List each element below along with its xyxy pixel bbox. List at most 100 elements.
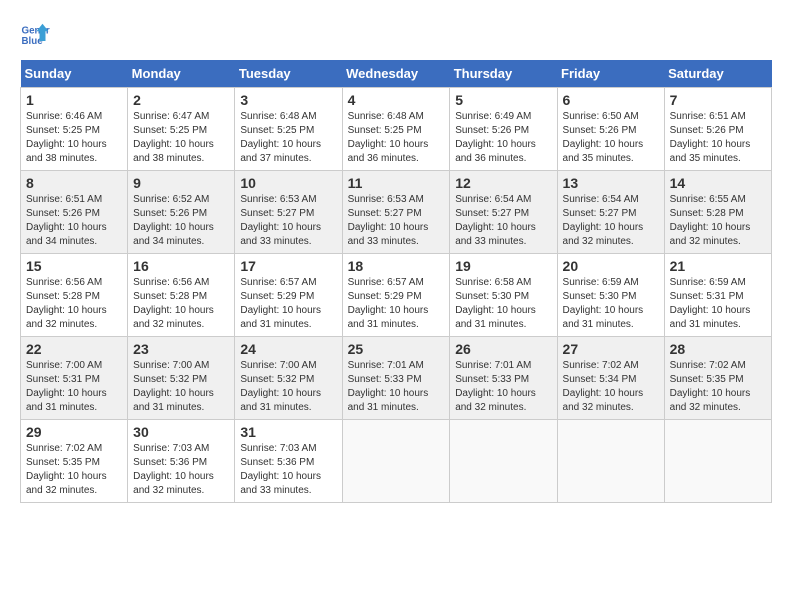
day-info: Sunrise: 6:57 AM Sunset: 5:29 PM Dayligh… — [348, 276, 445, 332]
calendar-cell: 25 Sunrise: 7:01 AM Sunset: 5:33 PM Dayli… — [342, 337, 450, 420]
calendar-week-row: 22 Sunrise: 7:00 AM Sunset: 5:31 PM Dayli… — [21, 337, 772, 420]
calendar-cell: 12Sunrise: 6:54 AM Sunset: 5:27 PM Dayli… — [450, 171, 557, 254]
calendar-header-cell: Friday — [557, 60, 664, 88]
day-info: Sunrise: 7:00 AM Sunset: 5:31 PM Dayligh… — [26, 359, 122, 415]
day-number: 1 — [26, 92, 122, 108]
day-number: 4 — [348, 92, 445, 108]
day-number: 30 — [133, 424, 229, 440]
day-info: Sunrise: 7:02 AM Sunset: 5:35 PM Dayligh… — [26, 442, 122, 498]
day-number: 31 — [240, 424, 336, 440]
day-number: 21 — [670, 258, 766, 274]
calendar-cell: 30 Sunrise: 7:03 AM Sunset: 5:36 PM Dayli… — [128, 420, 235, 503]
calendar-header-cell: Thursday — [450, 60, 557, 88]
day-info: Sunrise: 6:56 AM Sunset: 5:28 PM Dayligh… — [26, 276, 122, 332]
calendar-cell: 17 Sunrise: 6:57 AM Sunset: 5:29 PM Dayli… — [235, 254, 342, 337]
day-number: 25 — [348, 341, 445, 357]
day-info: Sunrise: 6:46 AM Sunset: 5:25 PM Dayligh… — [26, 110, 122, 166]
day-info: Sunrise: 7:03 AM Sunset: 5:36 PM Dayligh… — [240, 442, 336, 498]
day-info: Sunrise: 6:54 AM Sunset: 5:27 PM Dayligh… — [455, 193, 551, 249]
day-number: 17 — [240, 258, 336, 274]
day-number: 20 — [563, 258, 659, 274]
day-info: Sunrise: 6:57 AM Sunset: 5:29 PM Dayligh… — [240, 276, 336, 332]
calendar-body: 1 Sunrise: 6:46 AM Sunset: 5:25 PM Daylig… — [21, 88, 772, 503]
day-info: Sunrise: 6:48 AM Sunset: 5:25 PM Dayligh… — [240, 110, 336, 166]
header: General Blue — [20, 20, 772, 50]
calendar-cell: 4 Sunrise: 6:48 AM Sunset: 5:25 PM Daylig… — [342, 88, 450, 171]
calendar-cell: 7 Sunrise: 6:51 AM Sunset: 5:26 PM Daylig… — [664, 88, 771, 171]
calendar-cell — [342, 420, 450, 503]
calendar-cell: 11 Sunrise: 6:53 AM Sunset: 5:27 PM Dayli… — [342, 171, 450, 254]
calendar-cell: 27 Sunrise: 7:02 AM Sunset: 5:34 PM Dayli… — [557, 337, 664, 420]
day-info: Sunrise: 6:47 AM Sunset: 5:25 PM Dayligh… — [133, 110, 229, 166]
calendar-cell: 23 Sunrise: 7:00 AM Sunset: 5:32 PM Dayli… — [128, 337, 235, 420]
day-info: Sunrise: 6:53 AM Sunset: 5:27 PM Dayligh… — [240, 193, 336, 249]
calendar-week-row: 8 Sunrise: 6:51 AM Sunset: 5:26 PM Daylig… — [21, 171, 772, 254]
day-info: Sunrise: 6:50 AM Sunset: 5:26 PM Dayligh… — [563, 110, 659, 166]
calendar-cell: 20 Sunrise: 6:59 AM Sunset: 5:30 PM Dayli… — [557, 254, 664, 337]
calendar-cell: 10Sunrise: 6:53 AM Sunset: 5:27 PM Dayli… — [235, 171, 342, 254]
day-info: Sunrise: 6:49 AM Sunset: 5:26 PM Dayligh… — [455, 110, 551, 166]
day-number: 18 — [348, 258, 445, 274]
calendar-week-row: 15 Sunrise: 6:56 AM Sunset: 5:28 PM Dayli… — [21, 254, 772, 337]
day-info: Sunrise: 6:48 AM Sunset: 5:25 PM Dayligh… — [348, 110, 445, 166]
calendar-week-row: 1 Sunrise: 6:46 AM Sunset: 5:25 PM Daylig… — [21, 88, 772, 171]
day-number: 7 — [670, 92, 766, 108]
day-info: Sunrise: 7:03 AM Sunset: 5:36 PM Dayligh… — [133, 442, 229, 498]
day-info: Sunrise: 7:00 AM Sunset: 5:32 PM Dayligh… — [240, 359, 336, 415]
calendar-header-row: SundayMondayTuesdayWednesdayThursdayFrid… — [21, 60, 772, 88]
day-number: 3 — [240, 92, 336, 108]
calendar-cell: 2 Sunrise: 6:47 AM Sunset: 5:25 PM Daylig… — [128, 88, 235, 171]
day-number: 2 — [133, 92, 229, 108]
calendar-cell: 15 Sunrise: 6:56 AM Sunset: 5:28 PM Dayli… — [21, 254, 128, 337]
calendar-cell: 19Sunrise: 6:58 AM Sunset: 5:30 PM Dayli… — [450, 254, 557, 337]
day-info: Sunrise: 7:00 AM Sunset: 5:32 PM Dayligh… — [133, 359, 229, 415]
day-number: 14 — [670, 175, 766, 191]
day-info: Sunrise: 6:54 AM Sunset: 5:27 PM Dayligh… — [563, 193, 659, 249]
calendar-cell: 31 Sunrise: 7:03 AM Sunset: 5:36 PM Dayli… — [235, 420, 342, 503]
day-number: 16 — [133, 258, 229, 274]
calendar-cell: 21 Sunrise: 6:59 AM Sunset: 5:31 PM Dayli… — [664, 254, 771, 337]
day-number: 22 — [26, 341, 122, 357]
calendar-header-cell: Saturday — [664, 60, 771, 88]
day-number: 23 — [133, 341, 229, 357]
day-info: Sunrise: 7:01 AM Sunset: 5:33 PM Dayligh… — [348, 359, 445, 415]
calendar-cell: 8 Sunrise: 6:51 AM Sunset: 5:26 PM Daylig… — [21, 171, 128, 254]
logo: General Blue — [20, 20, 54, 50]
calendar-cell: 26Sunrise: 7:01 AM Sunset: 5:33 PM Dayli… — [450, 337, 557, 420]
day-number: 8 — [26, 175, 122, 191]
logo-icon: General Blue — [20, 20, 50, 50]
calendar-cell: 24Sunrise: 7:00 AM Sunset: 5:32 PM Dayli… — [235, 337, 342, 420]
calendar-cell: 3 Sunrise: 6:48 AM Sunset: 5:25 PM Daylig… — [235, 88, 342, 171]
day-number: 13 — [563, 175, 659, 191]
calendar-cell: 18 Sunrise: 6:57 AM Sunset: 5:29 PM Dayli… — [342, 254, 450, 337]
day-info: Sunrise: 7:02 AM Sunset: 5:35 PM Dayligh… — [670, 359, 766, 415]
day-number: 5 — [455, 92, 551, 108]
calendar-header-cell: Wednesday — [342, 60, 450, 88]
calendar-cell: 28 Sunrise: 7:02 AM Sunset: 5:35 PM Dayli… — [664, 337, 771, 420]
calendar-cell — [557, 420, 664, 503]
calendar-cell: 6Sunrise: 6:50 AM Sunset: 5:26 PM Daylig… — [557, 88, 664, 171]
calendar-week-row: 29 Sunrise: 7:02 AM Sunset: 5:35 PM Dayli… — [21, 420, 772, 503]
day-number: 27 — [563, 341, 659, 357]
day-number: 9 — [133, 175, 229, 191]
day-info: Sunrise: 7:02 AM Sunset: 5:34 PM Dayligh… — [563, 359, 659, 415]
calendar-cell: 29 Sunrise: 7:02 AM Sunset: 5:35 PM Dayli… — [21, 420, 128, 503]
day-info: Sunrise: 6:59 AM Sunset: 5:31 PM Dayligh… — [670, 276, 766, 332]
day-number: 28 — [670, 341, 766, 357]
day-number: 26 — [455, 341, 551, 357]
day-number: 15 — [26, 258, 122, 274]
day-info: Sunrise: 6:59 AM Sunset: 5:30 PM Dayligh… — [563, 276, 659, 332]
calendar-cell: 1 Sunrise: 6:46 AM Sunset: 5:25 PM Daylig… — [21, 88, 128, 171]
calendar-cell: 22 Sunrise: 7:00 AM Sunset: 5:31 PM Dayli… — [21, 337, 128, 420]
day-info: Sunrise: 6:55 AM Sunset: 5:28 PM Dayligh… — [670, 193, 766, 249]
day-info: Sunrise: 6:53 AM Sunset: 5:27 PM Dayligh… — [348, 193, 445, 249]
calendar-cell: 5 Sunrise: 6:49 AM Sunset: 5:26 PM Daylig… — [450, 88, 557, 171]
day-info: Sunrise: 6:51 AM Sunset: 5:26 PM Dayligh… — [670, 110, 766, 166]
day-number: 11 — [348, 175, 445, 191]
calendar-header-cell: Sunday — [21, 60, 128, 88]
day-number: 29 — [26, 424, 122, 440]
calendar-table: SundayMondayTuesdayWednesdayThursdayFrid… — [20, 60, 772, 503]
day-info: Sunrise: 6:51 AM Sunset: 5:26 PM Dayligh… — [26, 193, 122, 249]
calendar-header-cell: Tuesday — [235, 60, 342, 88]
calendar-cell: 16Sunrise: 6:56 AM Sunset: 5:28 PM Dayli… — [128, 254, 235, 337]
